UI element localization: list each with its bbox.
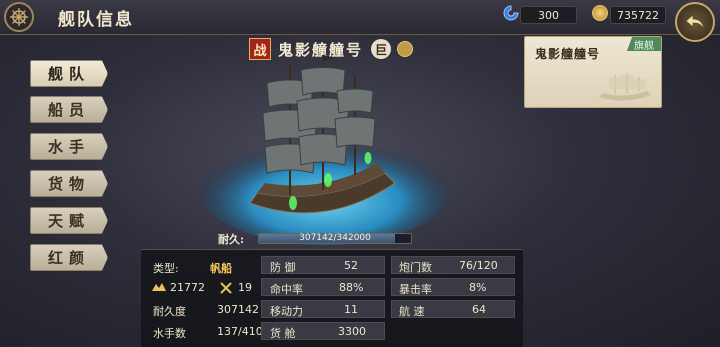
back-arrow-icon [685,14,705,30]
cargo-value: 3300 [338,325,366,338]
type-label: 类型: [153,262,179,275]
menu-sailors[interactable]: 水手 [30,133,108,160]
gem-count: 300 [520,6,577,24]
move-value: 11 [344,303,358,316]
menu-fleet[interactable]: 舰队 [30,60,108,87]
ship-wheel-icon[interactable] [4,2,34,32]
crossed-swords-icon [219,281,233,298]
fleet-ship-card[interactable]: 鬼影艟艟号 旗舰 [524,36,662,108]
gun-label: 炮门数 [399,261,432,274]
speed-label: 航 速 [399,305,425,318]
hit-value: 88% [339,281,364,294]
durability-label: 耐久: [218,233,245,246]
menu-talent[interactable]: 天赋 [30,207,108,234]
defense-label: 防 御 [270,261,296,274]
sailors-value: 137/410 [217,325,263,338]
power-icon [151,281,167,296]
gold-count: 735722 [610,6,666,24]
defense-value: 52 [344,259,358,272]
type-value: 帆船 [210,262,232,275]
durability-text: 307142/342000 [299,233,371,243]
durability-stat-value: 307142 [217,303,259,316]
page-title: 舰队信息 [58,10,134,30]
menu-crew[interactable]: 船员 [30,96,108,123]
ship-illustration [200,55,450,245]
fleet-ship-name: 鬼影艟艟号 [535,47,601,61]
menu-cargo[interactable]: 货物 [30,170,108,197]
hit-label: 命中率 [270,283,303,296]
flagship-tag: 旗舰 [627,37,661,51]
crit-value: 8% [469,281,487,294]
move-label: 移动力 [270,305,303,318]
cargo-label: 货 舱 [270,327,296,340]
gold-coin-icon [592,5,608,21]
ship-silhouette-icon [599,73,651,101]
power-value: 21772 [170,281,205,294]
swords-value: 19 [238,281,252,294]
speed-value: 64 [472,303,486,316]
crit-label: 暴击率 [399,283,432,296]
stats-panel: 类型: 帆船 21772 19 耐久度 307142 水手数 137/410 防… [141,249,523,347]
sailors-label: 水手数 [153,327,186,340]
back-button[interactable] [675,2,715,42]
gun-value: 76/120 [459,259,498,272]
menu-beauty[interactable]: 红颜 [30,244,108,271]
blue-gem-icon [503,5,519,21]
durability-stat-label: 耐久度 [153,305,186,318]
